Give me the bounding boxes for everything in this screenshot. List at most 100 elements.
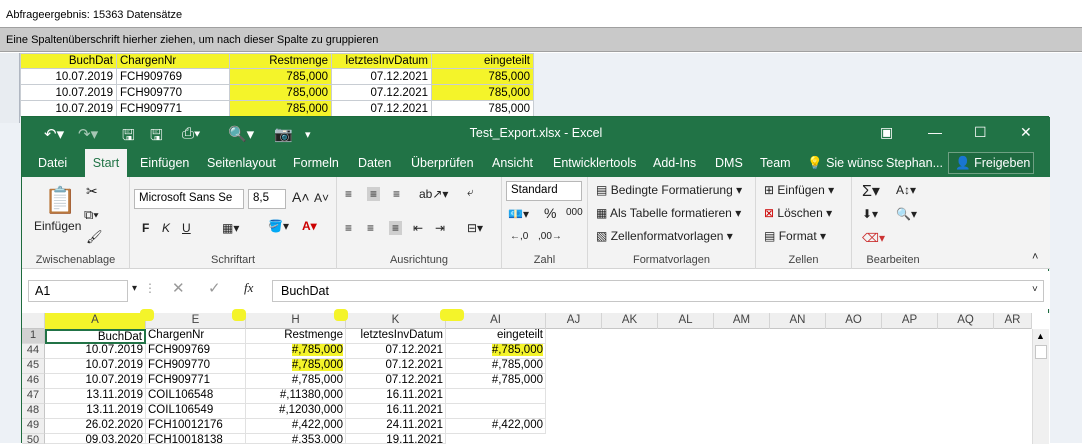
maximize-icon[interactable]: ☐ xyxy=(974,124,987,141)
column-header-ak[interactable]: AK xyxy=(602,313,658,329)
column-header-am[interactable]: AM xyxy=(714,313,770,329)
font-size-combo[interactable]: 8,5 xyxy=(248,189,286,209)
cell[interactable]: #,785,000 xyxy=(246,374,346,389)
tab-seitenlayout[interactable]: Seitenlayout xyxy=(207,156,276,170)
collapse-ribbon-icon[interactable]: ˄ xyxy=(1032,251,1038,263)
cell[interactable]: 10.07.2019 xyxy=(20,100,117,117)
tab-add-ins[interactable]: Add-Ins xyxy=(653,156,696,170)
user-account[interactable]: Stephan... xyxy=(886,156,943,170)
cell[interactable]: #,785,000 xyxy=(246,344,346,359)
copy-icon[interactable]: ⧉▾ xyxy=(84,207,99,223)
tab-entwicklertools[interactable]: Entwicklertools xyxy=(553,156,636,170)
cell[interactable]: FCH909770 xyxy=(116,84,230,101)
underline-button[interactable]: U xyxy=(182,221,191,235)
tab-daten[interactable]: Daten xyxy=(358,156,391,170)
column-header-aj[interactable]: AJ xyxy=(546,313,602,329)
cell[interactable]: 785,000 xyxy=(431,84,534,101)
table-row[interactable]: 10.07.2019 FCH909769 785,000 07.12.2021 … xyxy=(20,68,534,85)
column-header-a[interactable]: A xyxy=(45,313,146,329)
tell-me-search[interactable]: 💡 Sie wünsc xyxy=(807,156,883,171)
row-header[interactable]: 49 xyxy=(22,419,45,434)
conditional-format-button[interactable]: ▤ Bedingte Formatierung ▾ xyxy=(596,183,742,197)
table-row[interactable]: 10.07.2019 FCH909771 785,000 07.12.2021 … xyxy=(20,100,534,117)
format-as-table-button[interactable]: ▦ Als Tabelle formatieren ▾ xyxy=(596,206,741,220)
table-row[interactable]: 10.07.2019 FCH909770 785,000 07.12.2021 … xyxy=(20,84,534,101)
row-header[interactable]: 47 xyxy=(22,389,45,404)
cut-icon[interactable]: ✂ xyxy=(86,183,98,200)
cell[interactable]: 07.12.2021 xyxy=(331,84,432,101)
column-header-al[interactable]: AL xyxy=(658,313,714,329)
close-icon[interactable]: ✕ xyxy=(1020,124,1032,141)
column-header-letztesinvdatum[interactable]: letztesInvDatum xyxy=(331,53,432,69)
decrease-indent-icon[interactable]: ⇤ xyxy=(413,221,423,235)
formula-input[interactable]: BuchDat xyxy=(272,280,1044,302)
cell[interactable]: FCH909769 xyxy=(146,344,246,359)
find-icon[interactable]: 🔍▾ xyxy=(896,207,917,221)
confirm-icon[interactable]: ✓ xyxy=(208,279,221,297)
cell[interactable]: 785,000 xyxy=(229,100,332,117)
row-header[interactable]: 44 xyxy=(22,344,45,359)
align-bottom-icon[interactable]: ≡ xyxy=(393,187,400,201)
minimize-icon[interactable]: — xyxy=(928,124,942,140)
decrease-decimal-icon[interactable]: ,00→ xyxy=(538,231,562,242)
cell[interactable]: 07.12.2021 xyxy=(346,359,446,374)
share-button[interactable]: 👤 Freigeben xyxy=(948,152,1034,174)
vertical-scrollbar[interactable]: ▲ xyxy=(1032,329,1049,444)
cell[interactable]: #,11380,000 xyxy=(246,389,346,404)
orientation-icon[interactable]: ab↗▾ xyxy=(419,187,448,201)
paste-icon[interactable]: 📋 xyxy=(44,185,76,216)
cell[interactable]: 26.02.2020 xyxy=(45,419,146,434)
column-header-h[interactable]: H xyxy=(246,313,346,329)
increase-decimal-icon[interactable]: ←,0 xyxy=(510,231,528,242)
number-format-combo[interactable]: Standard xyxy=(506,181,582,201)
cell[interactable]: FCH10012176 xyxy=(146,419,246,434)
cell[interactable]: FCH909771 xyxy=(116,100,230,117)
fill-icon[interactable]: ⬇▾ xyxy=(862,207,878,221)
column-header-buchdat[interactable]: BuchDat xyxy=(20,53,117,69)
sort-filter-icon[interactable]: A↕▾ xyxy=(896,183,916,197)
tab-team[interactable]: Team xyxy=(760,156,791,170)
tab-einfuegen[interactable]: Einfügen xyxy=(140,156,189,170)
scrollbar-thumb[interactable] xyxy=(1035,345,1047,359)
align-middle-icon[interactable]: ≡ xyxy=(367,187,381,201)
cell[interactable]: #,785,000 xyxy=(446,344,546,359)
cell[interactable]: FCH909770 xyxy=(146,359,246,374)
column-header-ao[interactable]: AO xyxy=(826,313,882,329)
expand-formula-icon[interactable]: ˅ xyxy=(1032,284,1038,295)
format-painter-icon[interactable]: 🖌 xyxy=(86,229,103,245)
column-header-eingeteilt[interactable]: eingeteilt xyxy=(431,53,534,69)
cell[interactable]: #,422,000 xyxy=(246,419,346,434)
column-header-aq[interactable]: AQ xyxy=(938,313,994,329)
cell[interactable]: 10.07.2019 xyxy=(20,84,117,101)
cell[interactable]: 24.11.2021 xyxy=(346,419,446,434)
select-all-corner[interactable] xyxy=(22,313,45,329)
row-header[interactable]: 1 xyxy=(22,329,45,344)
cell[interactable]: 785,000 xyxy=(431,100,534,117)
shrink-font-icon[interactable]: A˅ xyxy=(314,191,329,205)
cell[interactable]: ChargenNr xyxy=(146,329,246,344)
column-header-restmenge[interactable]: Restmenge xyxy=(229,53,332,69)
cell-a1[interactable]: BuchDat xyxy=(45,329,146,344)
scroll-up-icon[interactable]: ▲ xyxy=(1036,331,1045,341)
cell[interactable]: 10.07.2019 xyxy=(45,374,146,389)
cell-styles-button[interactable]: ▧ Zellenformatvorlagen ▾ xyxy=(596,229,733,243)
ribbon-display-icon[interactable]: ▣ xyxy=(880,124,893,141)
row-header[interactable]: 48 xyxy=(22,404,45,419)
tab-ansicht[interactable]: Ansicht xyxy=(492,156,533,170)
tab-datei[interactable]: Datei xyxy=(38,156,67,170)
cell[interactable]: 10.07.2019 xyxy=(45,359,146,374)
tab-dms[interactable]: DMS xyxy=(715,156,743,170)
align-center-icon[interactable]: ≡ xyxy=(367,221,374,235)
cell[interactable]: 10.07.2019 xyxy=(45,344,146,359)
cell[interactable] xyxy=(446,389,546,404)
thousands-button[interactable]: 000 xyxy=(566,207,583,218)
cell[interactable]: 785,000 xyxy=(229,68,332,85)
cell[interactable]: #,422,000 xyxy=(446,419,546,434)
cell[interactable]: #,785,000 xyxy=(446,359,546,374)
cell[interactable]: 13.11.2019 xyxy=(45,389,146,404)
grow-font-icon[interactable]: A˄ xyxy=(292,189,310,205)
fill-color-icon[interactable]: 🪣▾ xyxy=(268,219,289,233)
cell[interactable] xyxy=(446,404,546,419)
merge-cells-icon[interactable]: ⊟▾ xyxy=(467,221,483,235)
column-header-ap[interactable]: AP xyxy=(882,313,938,329)
